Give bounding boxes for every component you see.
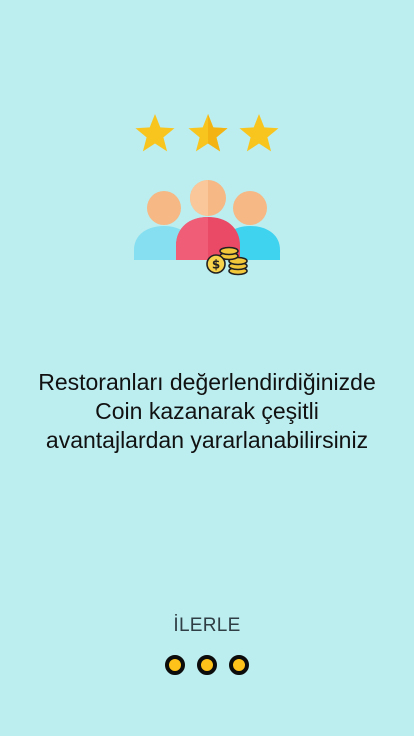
star-icon bbox=[135, 114, 175, 152]
next-button[interactable]: İLERLE bbox=[157, 610, 257, 642]
svg-text:$: $ bbox=[212, 258, 220, 272]
message-line: avantajlardan yararlanabilirsiniz bbox=[45, 427, 369, 453]
page-dot[interactable] bbox=[197, 655, 217, 675]
rating-users-coins-icon: $ bbox=[128, 110, 288, 280]
message-line: Restoranları değerlendirdiğinizde bbox=[38, 369, 376, 395]
page-dot[interactable] bbox=[229, 655, 249, 675]
message-line: Coin kazanarak çeşitli bbox=[95, 398, 319, 424]
page-dot[interactable] bbox=[165, 655, 185, 675]
star-icon bbox=[239, 114, 279, 152]
star-icon bbox=[188, 114, 228, 152]
onboarding-screen: $ Restoranları değerlendirdiğinizde Coin… bbox=[0, 0, 414, 736]
onboarding-message: Restoranları değerlendirdiğinizde Coin k… bbox=[10, 368, 404, 455]
page-indicator bbox=[0, 655, 414, 677]
